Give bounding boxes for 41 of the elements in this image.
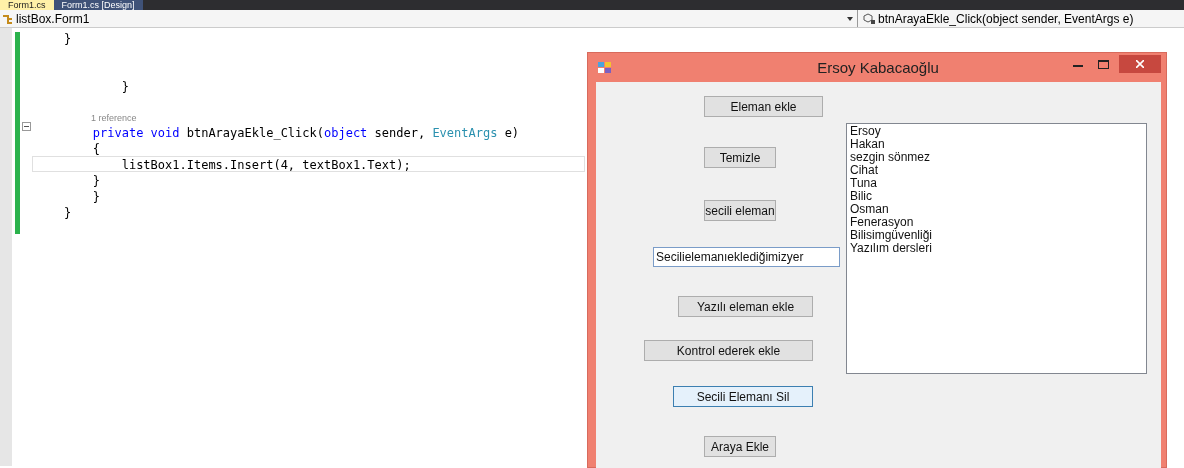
maximize-icon[interactable]	[1098, 60, 1109, 69]
minimize-icon[interactable]	[1073, 65, 1083, 68]
list-item[interactable]: Bilic	[850, 190, 1146, 203]
collapse-icon[interactable]	[22, 122, 31, 131]
form-button[interactable]: Temizle	[704, 147, 776, 168]
list-item[interactable]: Ersoy	[850, 125, 1146, 138]
form-button[interactable]: Kontrol ederek ekle	[644, 340, 813, 361]
class-dropdown[interactable]: listBox.Form1	[0, 10, 858, 27]
list-item[interactable]: Hakan	[850, 138, 1146, 151]
list-item[interactable]: Bilisimgüvenliği	[850, 229, 1146, 242]
reference-count[interactable]: 1 reference	[91, 112, 137, 124]
list-item[interactable]: sezgin sönmez	[850, 151, 1146, 164]
code-line: }	[120, 79, 130, 94]
list-item[interactable]: Osman	[850, 203, 1146, 216]
form-button[interactable]: Eleman ekle	[704, 96, 823, 117]
form-button[interactable]: Secili Elemanı Sil	[673, 386, 813, 407]
close-button[interactable]	[1119, 55, 1161, 73]
method-icon	[862, 12, 876, 25]
code-line: }	[91, 173, 102, 188]
app-icon	[598, 62, 611, 74]
dropdown-arrow-icon	[847, 16, 853, 21]
list-item[interactable]: Fenerasyon	[850, 216, 1146, 229]
list-box[interactable]: Ersoy Hakan sezgin sönmez Cihat Tuna Bilic Osman Fenerasyon Bilisimgüvenliği Yazılım dersleri	[846, 123, 1147, 374]
text-field[interactable]: Secilielemanıeklediğimizyer	[653, 247, 840, 267]
form-button[interactable]: Araya Ekle	[704, 436, 776, 457]
list-item[interactable]: Tuna	[850, 177, 1146, 190]
code-line: {	[91, 141, 102, 156]
editor-tab[interactable]: Form1.cs	[0, 0, 54, 10]
code-line: }	[62, 31, 73, 46]
list-item[interactable]: Cihat	[850, 164, 1146, 177]
class-icon	[2, 12, 14, 25]
code-line: }	[91, 189, 102, 204]
editor-tab[interactable]: Form1.cs [Design]	[53, 0, 143, 10]
form-button[interactable]: Yazılı eleman ekle	[678, 296, 813, 317]
member-dropdown[interactable]: btnArayaEkle_Click(object sender, EventArgs e)	[858, 10, 1184, 27]
form-button[interactable]: secili eleman	[704, 200, 776, 221]
window-title: Ersoy Kabacaoğlu	[816, 57, 940, 78]
list-item[interactable]: Yazılım dersleri	[850, 242, 1146, 255]
code-line: private void btnArayaEkle_Click(object sender, EventArgs e)	[91, 125, 521, 140]
code-line: }	[62, 205, 73, 220]
close-icon	[1136, 60, 1144, 68]
